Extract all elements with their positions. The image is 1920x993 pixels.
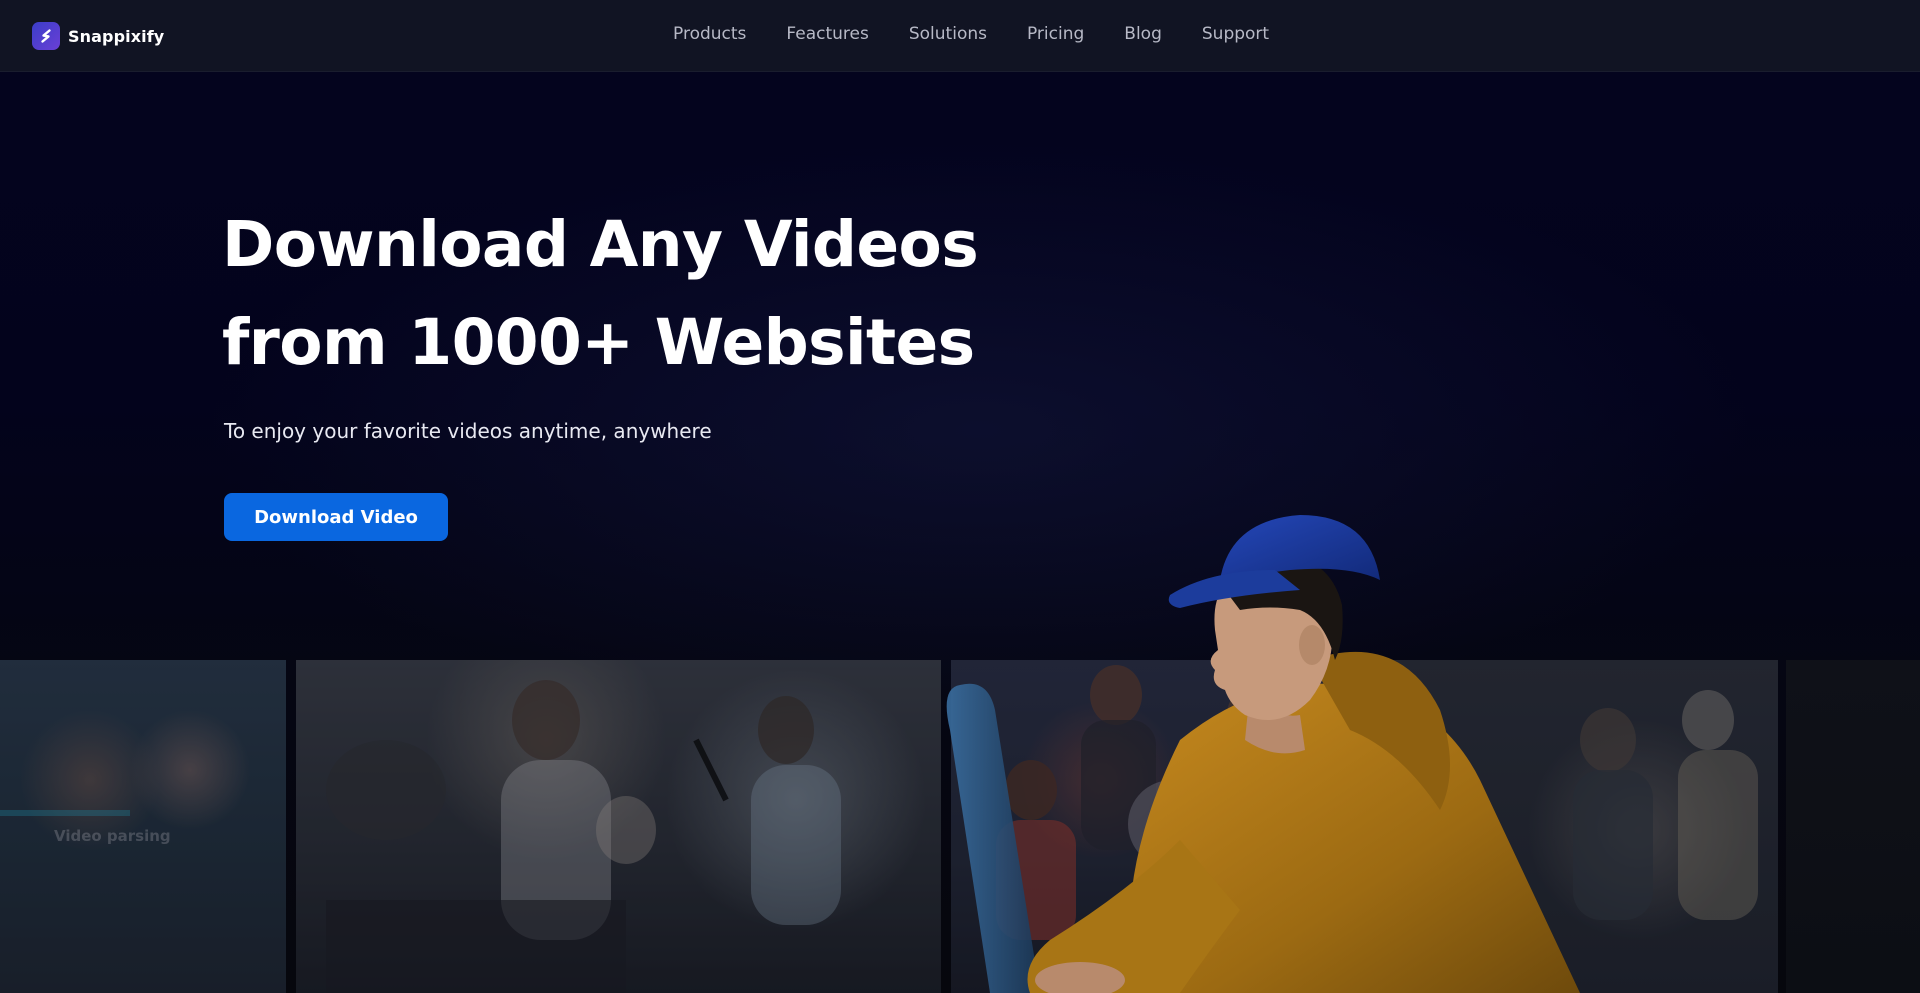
- person-with-laptop-illustration: [946, 515, 1580, 993]
- nav-item-support[interactable]: Support: [1202, 24, 1269, 44]
- download-video-button[interactable]: Download Video: [224, 493, 448, 541]
- nav-item-blog[interactable]: Blog: [1124, 24, 1162, 44]
- nav-item-features[interactable]: Feactures: [786, 24, 868, 44]
- hero-title-line-2: from 1000+ Websites: [222, 306, 975, 379]
- nav-item-solutions[interactable]: Solutions: [909, 24, 987, 44]
- brand-name: Snappixify: [68, 26, 165, 46]
- top-navbar: Snappixify Products Feactures Solutions …: [0, 0, 1920, 72]
- nav-item-pricing[interactable]: Pricing: [1027, 24, 1084, 44]
- hero-subtitle: To enjoy your favorite videos anytime, a…: [224, 419, 712, 443]
- hero-title-line-1: Download Any Videos: [222, 208, 979, 281]
- page: Snappixify Products Feactures Solutions …: [0, 0, 1920, 993]
- nav-item-products[interactable]: Products: [673, 24, 746, 44]
- video-thumbnail-2: [296, 660, 941, 993]
- s-logo-icon: [32, 22, 60, 50]
- main-nav: Products Feactures Solutions Pricing Blo…: [673, 24, 1269, 44]
- hero-title: Download Any Videos from 1000+ Websites: [222, 196, 1122, 392]
- video-thumbnail-1: Video parsing: [0, 660, 286, 993]
- video-thumbnail-5: [1786, 660, 1920, 993]
- brand-logo-link[interactable]: Snappixify: [32, 22, 164, 50]
